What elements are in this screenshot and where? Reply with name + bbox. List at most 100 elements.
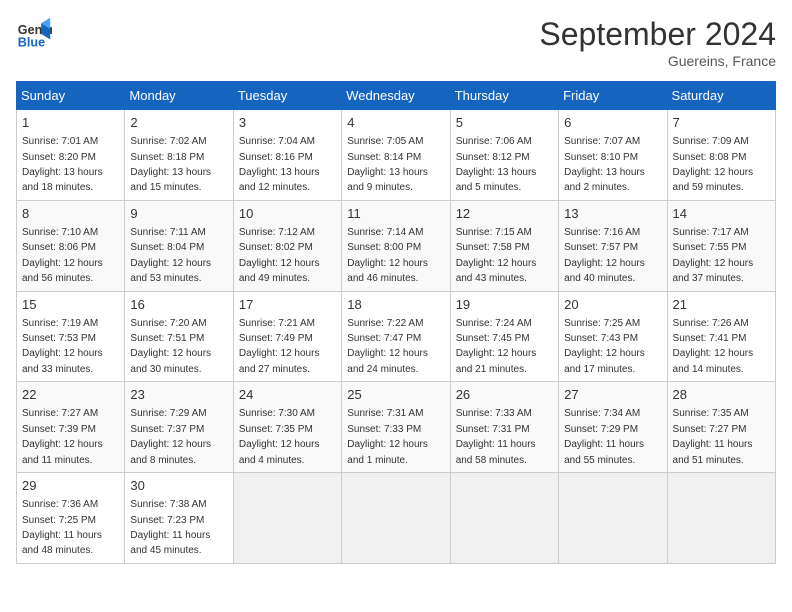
col-header-monday: Monday [125, 82, 233, 110]
calendar-cell: 4 Sunrise: 7:05 AM Sunset: 8:14 PM Daylig… [342, 110, 450, 201]
day-number: 24 [239, 386, 336, 404]
day-number: 12 [456, 205, 553, 223]
day-info: Sunrise: 7:24 AM Sunset: 7:45 PM Dayligh… [456, 318, 537, 375]
day-number: 5 [456, 114, 553, 132]
day-number: 9 [130, 205, 227, 223]
calendar-cell: 17Sunrise: 7:21 AM Sunset: 7:49 PM Dayli… [233, 291, 341, 382]
calendar-cell: 1 Sunrise: 7:01 AM Sunset: 8:20 PM Daylig… [17, 110, 125, 201]
calendar-cell: 18 Sunrise: 7:22 AM Sunset: 7:47 PM Dayli… [342, 291, 450, 382]
day-number: 8 [22, 205, 119, 223]
calendar-week-3: 15 Sunrise: 7:19 AM Sunset: 7:53 PM Dayli… [17, 291, 776, 382]
calendar-week-4: 22Sunrise: 7:27 AM Sunset: 7:39 PM Dayli… [17, 382, 776, 473]
location-subtitle: Guereins, France [539, 53, 776, 69]
day-number: 6 [564, 114, 661, 132]
day-info: Sunrise: 7:22 AM Sunset: 7:47 PM Dayligh… [347, 318, 428, 375]
calendar-cell: 10Sunrise: 7:12 AM Sunset: 8:02 PM Dayli… [233, 200, 341, 291]
day-info: Sunrise: 7:31 AM Sunset: 7:33 PM Dayligh… [347, 408, 428, 465]
calendar-cell: 5 Sunrise: 7:06 AM Sunset: 8:12 PM Daylig… [450, 110, 558, 201]
calendar-week-1: 1 Sunrise: 7:01 AM Sunset: 8:20 PM Daylig… [17, 110, 776, 201]
day-number: 27 [564, 386, 661, 404]
day-info: Sunrise: 7:04 AM Sunset: 8:16 PM Dayligh… [239, 136, 320, 193]
day-number: 18 [347, 296, 444, 314]
logo-icon: General Blue [16, 16, 52, 52]
day-number: 11 [347, 205, 444, 223]
day-info: Sunrise: 7:20 AM Sunset: 7:51 PM Dayligh… [130, 318, 211, 375]
calendar-cell [667, 473, 775, 564]
calendar-cell: 28 Sunrise: 7:35 AM Sunset: 7:27 PM Dayli… [667, 382, 775, 473]
day-number: 20 [564, 296, 661, 314]
day-info: Sunrise: 7:09 AM Sunset: 8:08 PM Dayligh… [673, 136, 754, 193]
day-number: 28 [673, 386, 770, 404]
svg-text:Blue: Blue [18, 36, 45, 50]
calendar-cell: 7 Sunrise: 7:09 AM Sunset: 8:08 PM Daylig… [667, 110, 775, 201]
day-info: Sunrise: 7:16 AM Sunset: 7:57 PM Dayligh… [564, 227, 645, 284]
day-info: Sunrise: 7:38 AM Sunset: 7:23 PM Dayligh… [130, 499, 210, 556]
col-header-wednesday: Wednesday [342, 82, 450, 110]
calendar-cell: 29Sunrise: 7:36 AM Sunset: 7:25 PM Dayli… [17, 473, 125, 564]
day-info: Sunrise: 7:29 AM Sunset: 7:37 PM Dayligh… [130, 408, 211, 465]
day-number: 21 [673, 296, 770, 314]
calendar-cell [233, 473, 341, 564]
col-header-friday: Friday [559, 82, 667, 110]
day-number: 14 [673, 205, 770, 223]
calendar-cell: 8 Sunrise: 7:10 AM Sunset: 8:06 PM Daylig… [17, 200, 125, 291]
day-number: 15 [22, 296, 119, 314]
calendar-week-5: 29Sunrise: 7:36 AM Sunset: 7:25 PM Dayli… [17, 473, 776, 564]
day-number: 13 [564, 205, 661, 223]
calendar-cell: 2 Sunrise: 7:02 AM Sunset: 8:18 PM Daylig… [125, 110, 233, 201]
col-header-tuesday: Tuesday [233, 82, 341, 110]
day-number: 26 [456, 386, 553, 404]
day-info: Sunrise: 7:27 AM Sunset: 7:39 PM Dayligh… [22, 408, 103, 465]
calendar-cell: 23 Sunrise: 7:29 AM Sunset: 7:37 PM Dayli… [125, 382, 233, 473]
calendar-cell: 24 Sunrise: 7:30 AM Sunset: 7:35 PM Dayli… [233, 382, 341, 473]
day-number: 29 [22, 477, 119, 495]
calendar-cell: 15 Sunrise: 7:19 AM Sunset: 7:53 PM Dayli… [17, 291, 125, 382]
day-info: Sunrise: 7:19 AM Sunset: 7:53 PM Dayligh… [22, 318, 103, 375]
calendar-cell: 3 Sunrise: 7:04 AM Sunset: 8:16 PM Daylig… [233, 110, 341, 201]
calendar-cell: 11 Sunrise: 7:14 AM Sunset: 8:00 PM Dayli… [342, 200, 450, 291]
day-info: Sunrise: 7:25 AM Sunset: 7:43 PM Dayligh… [564, 318, 645, 375]
col-header-saturday: Saturday [667, 82, 775, 110]
calendar-cell: 26Sunrise: 7:33 AM Sunset: 7:31 PM Dayli… [450, 382, 558, 473]
calendar-cell: 20 Sunrise: 7:25 AM Sunset: 7:43 PM Dayli… [559, 291, 667, 382]
day-info: Sunrise: 7:02 AM Sunset: 8:18 PM Dayligh… [130, 136, 211, 193]
day-number: 1 [22, 114, 119, 132]
day-info: Sunrise: 7:10 AM Sunset: 8:06 PM Dayligh… [22, 227, 103, 284]
day-number: 7 [673, 114, 770, 132]
day-number: 4 [347, 114, 444, 132]
day-info: Sunrise: 7:07 AM Sunset: 8:10 PM Dayligh… [564, 136, 645, 193]
calendar-cell: 13 Sunrise: 7:16 AM Sunset: 7:57 PM Dayli… [559, 200, 667, 291]
calendar-week-2: 8 Sunrise: 7:10 AM Sunset: 8:06 PM Daylig… [17, 200, 776, 291]
month-title: September 2024 [539, 16, 776, 53]
calendar-cell [450, 473, 558, 564]
calendar-cell [342, 473, 450, 564]
day-info: Sunrise: 7:05 AM Sunset: 8:14 PM Dayligh… [347, 136, 428, 193]
calendar-cell: 22Sunrise: 7:27 AM Sunset: 7:39 PM Dayli… [17, 382, 125, 473]
day-info: Sunrise: 7:11 AM Sunset: 8:04 PM Dayligh… [130, 227, 211, 284]
day-info: Sunrise: 7:12 AM Sunset: 8:02 PM Dayligh… [239, 227, 320, 284]
day-info: Sunrise: 7:15 AM Sunset: 7:58 PM Dayligh… [456, 227, 537, 284]
col-header-sunday: Sunday [17, 82, 125, 110]
calendar-cell: 6 Sunrise: 7:07 AM Sunset: 8:10 PM Daylig… [559, 110, 667, 201]
day-info: Sunrise: 7:06 AM Sunset: 8:12 PM Dayligh… [456, 136, 537, 193]
day-info: Sunrise: 7:30 AM Sunset: 7:35 PM Dayligh… [239, 408, 320, 465]
title-block: September 2024 Guereins, France [539, 16, 776, 69]
day-info: Sunrise: 7:17 AM Sunset: 7:55 PM Dayligh… [673, 227, 754, 284]
day-number: 16 [130, 296, 227, 314]
calendar-cell: 27Sunrise: 7:34 AM Sunset: 7:29 PM Dayli… [559, 382, 667, 473]
day-info: Sunrise: 7:01 AM Sunset: 8:20 PM Dayligh… [22, 136, 103, 193]
day-number: 30 [130, 477, 227, 495]
calendar-cell: 19 Sunrise: 7:24 AM Sunset: 7:45 PM Dayli… [450, 291, 558, 382]
day-number: 2 [130, 114, 227, 132]
day-info: Sunrise: 7:26 AM Sunset: 7:41 PM Dayligh… [673, 318, 754, 375]
calendar-cell [559, 473, 667, 564]
day-number: 19 [456, 296, 553, 314]
day-info: Sunrise: 7:14 AM Sunset: 8:00 PM Dayligh… [347, 227, 428, 284]
day-info: Sunrise: 7:35 AM Sunset: 7:27 PM Dayligh… [673, 408, 753, 465]
calendar-cell: 16 Sunrise: 7:20 AM Sunset: 7:51 PM Dayli… [125, 291, 233, 382]
calendar-cell: 21 Sunrise: 7:26 AM Sunset: 7:41 PM Dayli… [667, 291, 775, 382]
day-number: 23 [130, 386, 227, 404]
day-number: 3 [239, 114, 336, 132]
header-row: SundayMondayTuesdayWednesdayThursdayFrid… [17, 82, 776, 110]
page-header: General Blue September 2024 Guereins, Fr… [16, 16, 776, 69]
